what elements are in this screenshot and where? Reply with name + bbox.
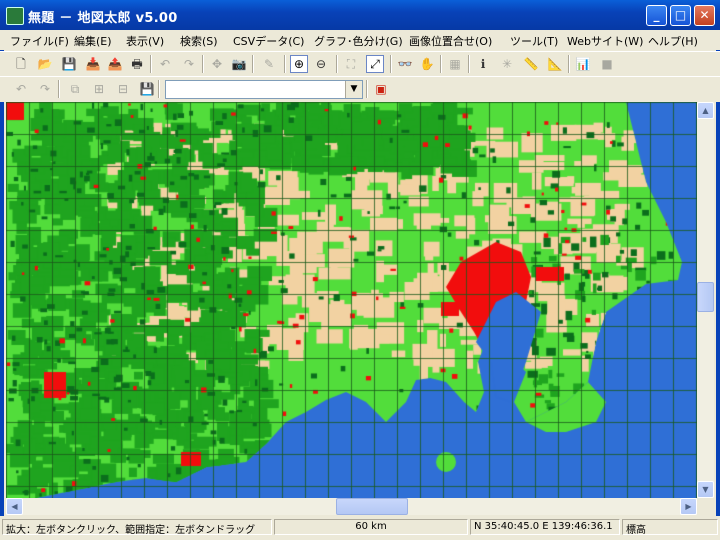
new-file-icon[interactable]: 🗋 [12, 55, 30, 73]
status-scale: 60 km [274, 519, 468, 535]
toolbar-separator [284, 55, 286, 73]
title-bar[interactable]: 無題 － 地図太郎 v5.00 _ □ ✕ [0, 0, 720, 30]
menu-image-align[interactable]: 画像位置合せ(O) [409, 33, 492, 49]
open-folder-icon[interactable]: 📂 [36, 55, 54, 73]
redo-icon[interactable]: ↷ [180, 55, 198, 73]
maximize-button[interactable]: □ [670, 5, 691, 26]
scale-label: 60 km [355, 521, 387, 532]
main-toolbar: 🗋 📂 💾 📥 📤 🖶 ↶ ↷ ✥ 📷 ✎ ⊕ ⊖ ⛶ ⤢ 👓 ✋ ▦ ℹ ✳ 📏 📐 📊 ■ [0, 51, 720, 77]
toolbar-separator [336, 55, 338, 73]
window-frame-right [716, 30, 720, 540]
secondary-toolbar: ▼ ↶ ↷ ⧉ ⊞ ⊟ 💾 ▣ [0, 76, 720, 102]
vertical-scroll-thumb[interactable] [697, 282, 714, 312]
toolbar-separator [390, 55, 392, 73]
fit-icon[interactable]: ⛶ [342, 55, 360, 73]
full-extent-icon[interactable]: ⤢ [366, 55, 384, 73]
toolbar-separator [366, 80, 368, 98]
color-fill-icon[interactable]: ■ [598, 55, 616, 73]
toolbar-separator [440, 55, 442, 73]
menu-edit[interactable]: 編集(E) [74, 33, 112, 49]
land-use-map[interactable] [6, 102, 697, 498]
bar-chart-icon[interactable]: 📊 [574, 55, 592, 73]
menu-website[interactable]: Webサイト(W) [567, 33, 643, 49]
binoculars-icon[interactable]: 👓 [396, 55, 414, 73]
status-bar: 拡大：左ボタンクリック、範囲指定：左ボタンドラッグ 60 km N 35:40:… [0, 516, 720, 540]
close-button[interactable]: ✕ [694, 5, 715, 26]
layer-combo[interactable]: ▼ [165, 80, 363, 99]
print-icon[interactable]: 🖶 [128, 55, 146, 73]
window-title: 無題 － 地図太郎 v5.00 [28, 11, 178, 26]
hand-icon[interactable]: ✋ [418, 55, 436, 73]
toolbar-separator [568, 55, 570, 73]
status-coordinates: N 35:40:45.0 E 139:46:36.1 [470, 519, 620, 535]
toolbar-separator [202, 55, 204, 73]
horizontal-scrollbar[interactable]: ◀ ▶ [6, 498, 697, 515]
zoom-in-icon[interactable]: ⊕ [290, 55, 308, 73]
import-icon[interactable]: 📥 [84, 55, 102, 73]
edit-icon[interactable]: ✎ [260, 55, 278, 73]
zoom-out-icon[interactable]: ⊖ [312, 55, 330, 73]
save-icon[interactable]: 💾 [60, 55, 78, 73]
app-icon [6, 7, 24, 25]
layer-icon-3[interactable]: ⊟ [114, 80, 132, 98]
toolbar-separator [468, 55, 470, 73]
menu-bar: ファイル(F) 編集(E) 表示(V) 検索(S) CSVデータ(C) グラフ･… [0, 30, 720, 50]
menu-file[interactable]: ファイル(F) [10, 33, 69, 49]
status-hint: 拡大：左ボタンクリック、範囲指定：左ボタンドラッグ [2, 519, 272, 535]
layer-icon-1[interactable]: ⧉ [66, 80, 84, 98]
layer-save-icon[interactable]: 💾 [138, 80, 156, 98]
window-frame-left [0, 30, 4, 540]
menu-view[interactable]: 表示(V) [126, 33, 164, 49]
vertical-scrollbar[interactable]: ▲ ▼ [697, 102, 714, 498]
table-icon[interactable]: ▦ [446, 55, 464, 73]
map-view[interactable] [6, 102, 697, 498]
forward-icon[interactable]: ↷ [36, 80, 54, 98]
minimize-button[interactable]: _ [646, 5, 667, 26]
scroll-down-icon[interactable]: ▼ [697, 481, 714, 498]
scroll-left-icon[interactable]: ◀ [6, 498, 23, 515]
status-elevation: 標高 [622, 519, 718, 535]
toolbar-separator [150, 55, 152, 73]
area-measure-icon[interactable]: 📐 [546, 55, 564, 73]
ruler-icon[interactable]: 📏 [522, 55, 540, 73]
info-icon[interactable]: ℹ [474, 55, 492, 73]
menu-csv[interactable]: CSVデータ(C) [233, 33, 304, 49]
horizontal-scroll-thumb[interactable] [336, 498, 408, 515]
menu-search[interactable]: 検索(S) [180, 33, 218, 49]
scroll-right-icon[interactable]: ▶ [680, 498, 697, 515]
toolbar-separator [252, 55, 254, 73]
color-legend-icon[interactable]: ▣ [372, 80, 390, 98]
layer-icon-2[interactable]: ⊞ [90, 80, 108, 98]
toolbar-separator [158, 80, 160, 98]
undo-icon[interactable]: ↶ [156, 55, 174, 73]
export-icon[interactable]: 📤 [106, 55, 124, 73]
sun-icon[interactable]: ✳ [498, 55, 516, 73]
scroll-up-icon[interactable]: ▲ [697, 102, 714, 119]
back-icon[interactable]: ↶ [12, 80, 30, 98]
camera-icon[interactable]: 📷 [230, 55, 248, 73]
menu-tools[interactable]: ツール(T) [510, 33, 558, 49]
menu-graph[interactable]: グラフ･色分け(G) [314, 33, 403, 49]
move-icon[interactable]: ✥ [208, 55, 226, 73]
chevron-down-icon[interactable]: ▼ [345, 81, 362, 98]
toolbar-separator [58, 80, 60, 98]
menu-help[interactable]: ヘルプ(H) [648, 33, 698, 49]
